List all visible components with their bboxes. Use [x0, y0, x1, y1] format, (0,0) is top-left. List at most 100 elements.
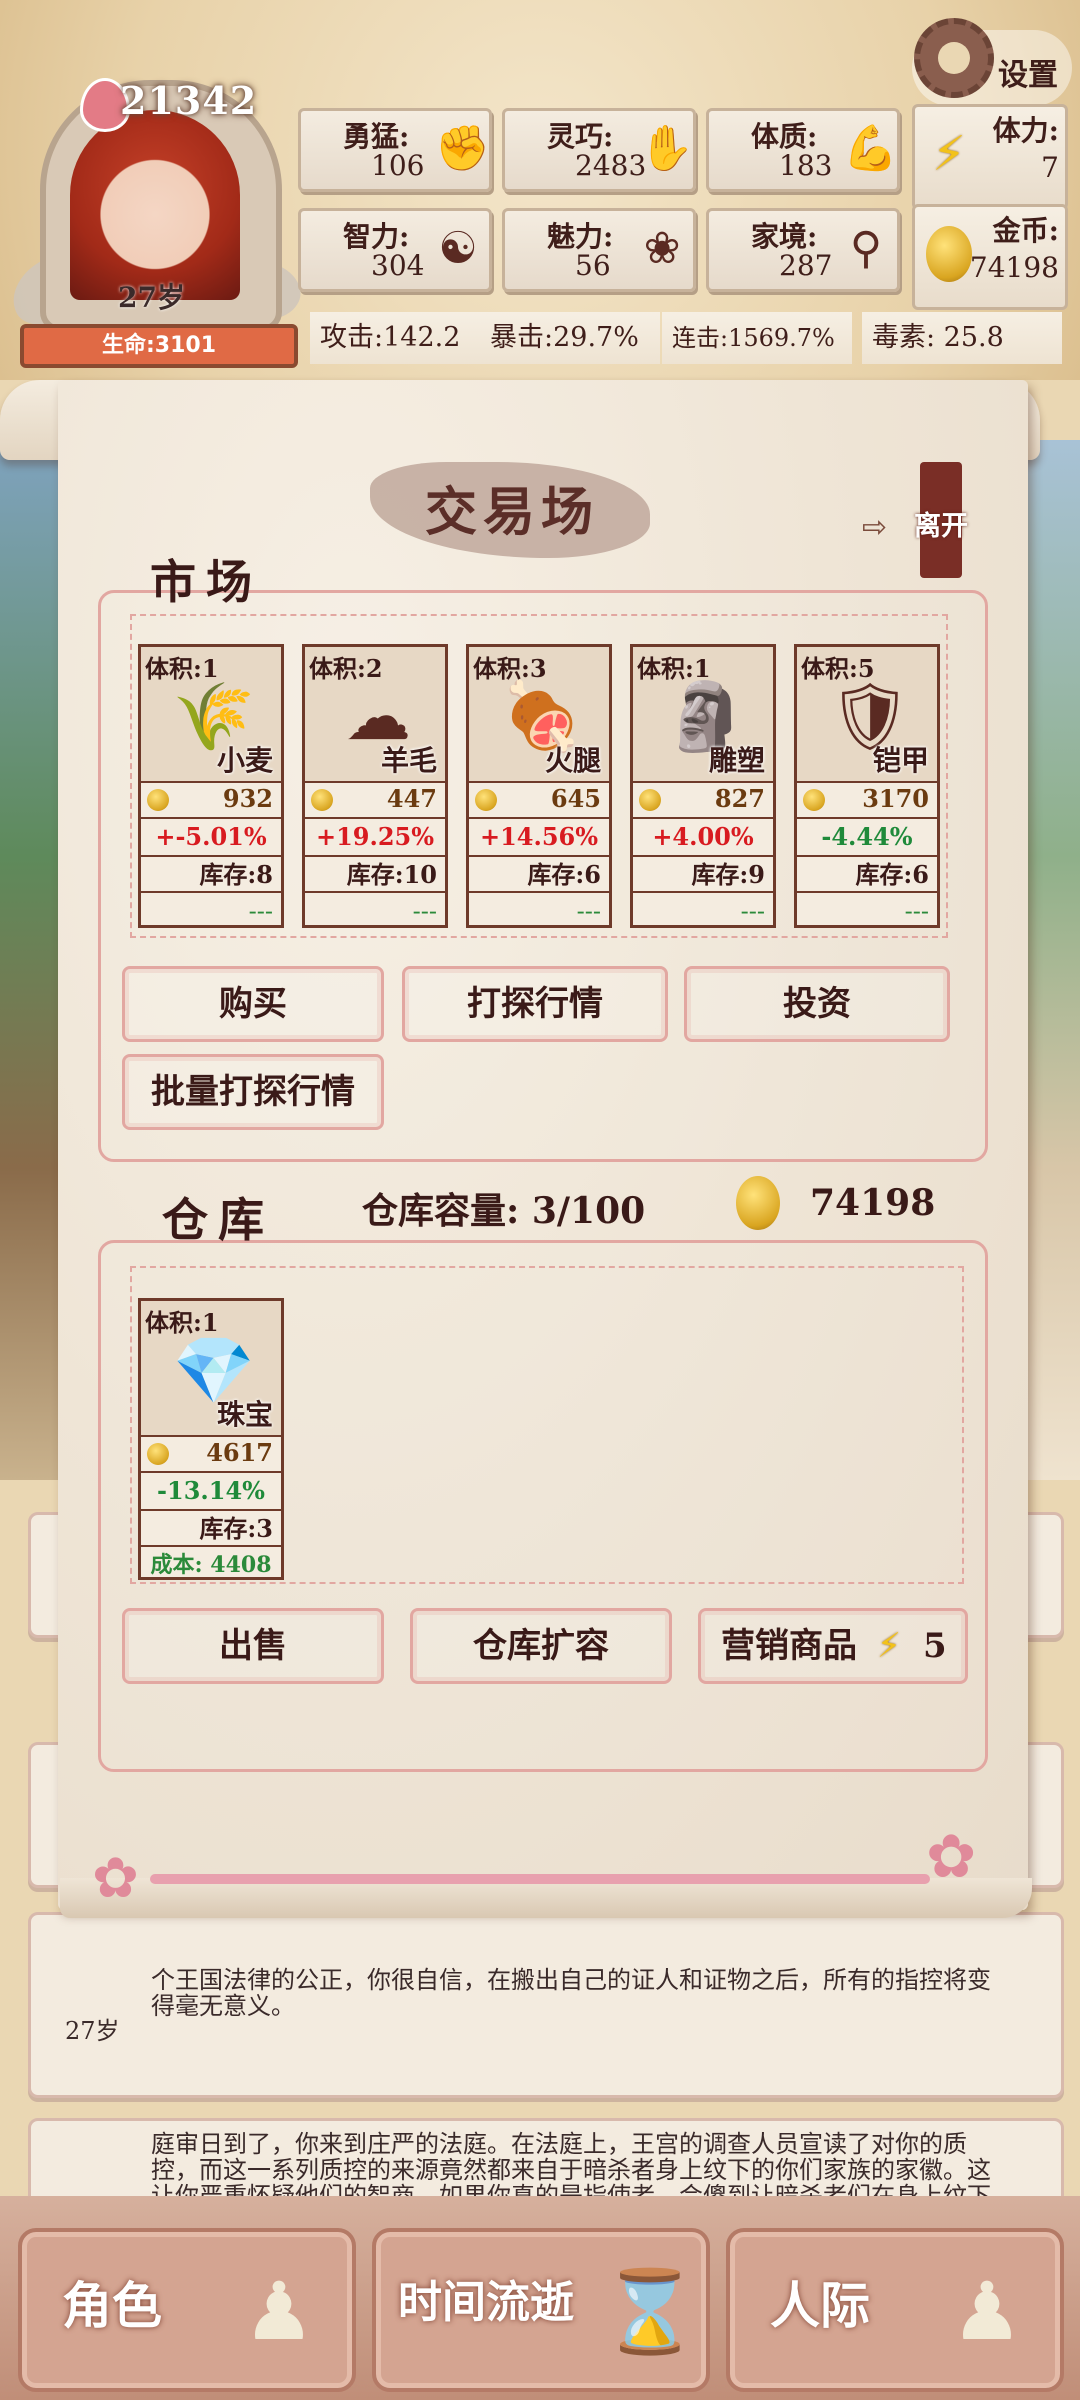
stat-charm[interactable]: 魅力: 56 ❀ — [502, 208, 696, 292]
gold-coin-icon — [736, 1176, 780, 1230]
lightning-icon: ⚡ — [877, 1626, 901, 1666]
item-change: +-5.01% — [141, 819, 281, 857]
flower-icon: ✿ — [92, 1846, 139, 1911]
item-stock: 库存:6 — [469, 857, 609, 893]
item-price: 827 — [714, 784, 765, 813]
nav-role[interactable]: 角色 ♟ — [18, 2228, 356, 2392]
nav-social[interactable]: 人际 ♟ — [726, 2228, 1064, 2392]
panel-title: 交易场 — [424, 482, 599, 543]
avatar[interactable] — [70, 110, 240, 300]
stat-intelligence[interactable]: 智力: 304 ☯ — [298, 208, 492, 292]
gold-coin-icon — [921, 221, 977, 287]
leave-button[interactable]: ⇨ 离开 — [858, 462, 978, 582]
stat-constitution[interactable]: 体质: 183 💪 — [706, 108, 900, 192]
nav-label: 角色 — [62, 2276, 162, 2335]
item-volume: 体积:5 — [801, 654, 875, 683]
muscle-icon: 💪 — [843, 123, 898, 174]
floral-divider — [150, 1874, 930, 1884]
market-item-card[interactable]: ☁ 体积:2 羊毛 447 +19.25% 库存:10 --- — [302, 644, 448, 928]
nav-label: 时间流逝 — [398, 2277, 574, 2328]
gold-coin-icon — [147, 789, 169, 811]
settings-label[interactable]: 设置 — [998, 50, 1058, 94]
scenery-left — [0, 440, 60, 1480]
buy-button[interactable]: 购买 — [122, 966, 384, 1042]
stat-agility[interactable]: 灵巧: 2483 ✋ — [502, 108, 696, 192]
warehouse-item-card[interactable]: 💎 体积:1 珠宝 4617 -13.14% 库存:3 成本: 4408 — [138, 1298, 284, 1580]
log-card: 个王国法律的公正，你很自信，在搬出自己的证人和证物之后，所有的指控将变得毫无意义… — [28, 1912, 1064, 2098]
item-extra: --- — [576, 897, 601, 925]
warehouse-tab: 仓库 — [162, 1193, 274, 1247]
market-item-card[interactable]: 🛡 体积:5 铠甲 3170 -4.44% 库存:6 --- — [794, 644, 940, 928]
stat-bravery[interactable]: 勇猛: 106 ✊ — [298, 108, 492, 192]
arrow-right-icon: ⇨ — [862, 510, 888, 545]
item-price: 3170 — [862, 784, 929, 813]
hp-bar: 生命:3101 — [20, 324, 298, 368]
stat-family[interactable]: 家境: 287 ⚲ — [706, 208, 900, 292]
item-name: 雕塑 — [708, 744, 765, 777]
item-extra: --- — [412, 897, 437, 925]
item-cost: 成本: 4408 — [150, 1552, 272, 1578]
item-stock: 库存:8 — [141, 857, 281, 893]
scout-market-button[interactable]: 打探行情 — [402, 966, 668, 1042]
stamina-box[interactable]: ⚡ 体力: 7 — [912, 104, 1068, 210]
hourglass-icon: ⌛ — [600, 2265, 700, 2358]
gold-label: 金币: — [992, 214, 1059, 247]
item-volume: 体积:1 — [145, 654, 219, 683]
market-item-card[interactable]: 🗿 体积:1 雕塑 827 +4.00% 库存:9 --- — [630, 644, 776, 928]
gold-coin-icon — [639, 789, 661, 811]
stat-value: 106 — [371, 149, 425, 182]
gold-box[interactable]: 金币: 74198 — [912, 204, 1068, 310]
item-volume: 体积:1 — [145, 1308, 219, 1337]
item-name: 羊毛 — [380, 744, 437, 777]
item-stock: 库存:3 — [141, 1511, 281, 1547]
item-change: +14.56% — [469, 819, 609, 857]
item-art-area: 🛡 体积:5 铠甲 — [797, 647, 937, 783]
log-age: 27岁 — [65, 2017, 120, 2045]
role-icon: ♟ — [243, 2265, 315, 2358]
attack-stat: 攻击:142.2 — [310, 312, 480, 364]
item-stock: 库存:6 — [797, 857, 937, 893]
item-art-area: ☁ 体积:2 羊毛 — [305, 647, 445, 783]
age-label: 27岁 — [118, 281, 185, 314]
item-price-row: 932 — [141, 781, 281, 819]
expand-warehouse-button[interactable]: 仓库扩容 — [410, 1608, 672, 1684]
item-price: 932 — [222, 784, 273, 813]
combo-stat: 连击:1569.7% — [662, 312, 852, 364]
batch-scout-button[interactable]: 批量打探行情 — [122, 1054, 384, 1130]
log-text: 个王国法律的公正，你很自信，在搬出自己的证人和证物之后，所有的指控将变得毫无意义… — [151, 1966, 991, 2020]
item-volume: 体积:3 — [473, 654, 547, 683]
sell-button[interactable]: 出售 — [122, 1608, 384, 1684]
stamina-value: 7 — [1041, 151, 1059, 184]
gold-coin-icon — [475, 789, 497, 811]
gear-icon-hole — [938, 42, 970, 74]
market-item-card[interactable]: 🌾 体积:1 小麦 932 +-5.01% 库存:8 --- — [138, 644, 284, 928]
marketing-button[interactable]: 营销商品 ⚡ 5 — [698, 1608, 968, 1684]
item-price: 4617 — [206, 1438, 273, 1467]
flower-icon: ✿ — [926, 1822, 977, 1892]
gold-value: 74198 — [969, 251, 1059, 284]
leave-label[interactable]: 离开 — [914, 504, 968, 543]
crit-stat: 暴击:29.7% — [480, 312, 660, 364]
lightning-icon: ⚡ — [932, 126, 966, 182]
market-item-card[interactable]: 🍖 体积:3 火腿 645 +14.56% 库存:6 --- — [466, 644, 612, 928]
stat-value: 183 — [779, 149, 833, 182]
stat-value: 56 — [575, 249, 611, 282]
hand-icon: ✋ — [639, 123, 694, 174]
item-name: 火腿 — [544, 744, 601, 777]
stat-value: 287 — [779, 249, 833, 282]
brain-icon: ☯ — [438, 223, 478, 274]
marketing-label: 营销商品 — [721, 1626, 857, 1666]
nav-time-passage[interactable]: 时间流逝 ⌛ — [372, 2228, 710, 2392]
invest-button[interactable]: 投资 — [684, 966, 950, 1042]
poison-stat: 毒素: 25.8 — [862, 312, 1062, 364]
item-stock: 库存:10 — [305, 857, 445, 893]
stat-value: 304 — [371, 249, 425, 282]
item-extra: --- — [248, 897, 273, 925]
scenery-right — [1020, 440, 1080, 1480]
gold-coin-icon — [803, 789, 825, 811]
warehouse-gold: 74198 — [810, 1182, 936, 1224]
item-price: 645 — [550, 784, 601, 813]
item-change: +19.25% — [305, 819, 445, 857]
item-price-row: 447 — [305, 781, 445, 819]
lotus-icon: ❀ — [643, 223, 681, 274]
